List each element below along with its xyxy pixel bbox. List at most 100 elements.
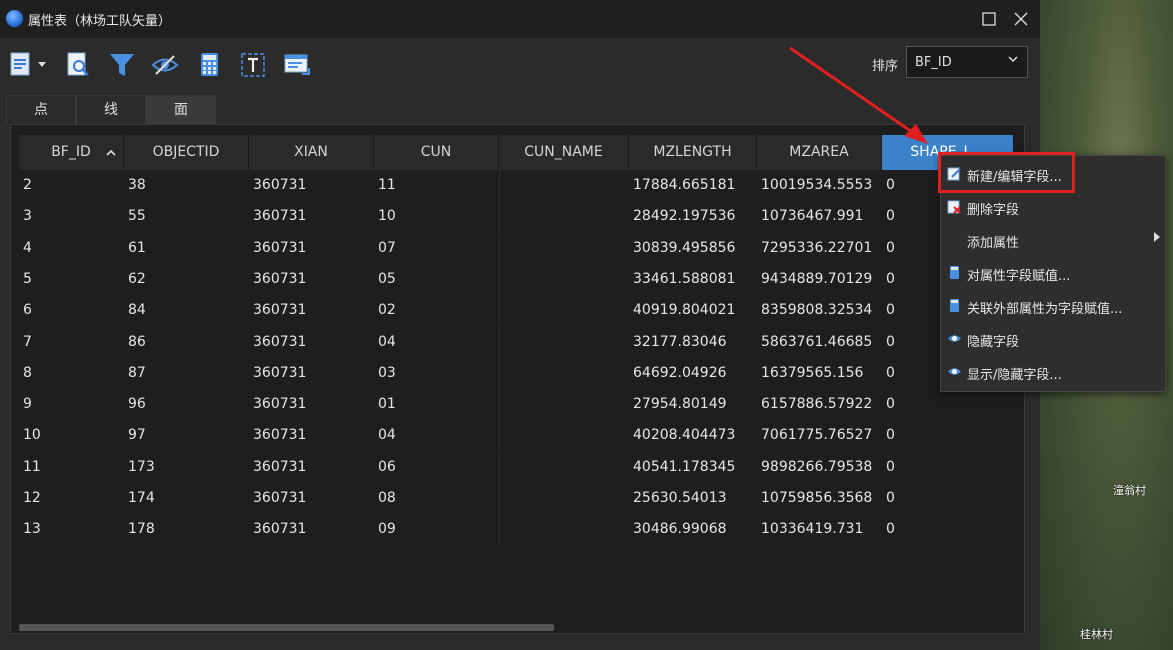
table-cell[interactable]: 55 xyxy=(124,201,249,232)
table-cell[interactable]: 10 xyxy=(374,201,499,232)
table-cell[interactable] xyxy=(499,263,629,295)
tab-polygon[interactable]: 面 xyxy=(146,95,216,125)
table-view-button[interactable] xyxy=(282,50,312,80)
calculator-button[interactable] xyxy=(195,50,225,80)
table-cell[interactable]: 173 xyxy=(124,452,249,483)
query-button[interactable] xyxy=(64,50,94,80)
table-cell[interactable]: 4 xyxy=(19,233,124,264)
table-cell[interactable]: 3 xyxy=(19,201,124,232)
table-cell[interactable]: 10019534.5553 xyxy=(757,170,882,201)
table-cell[interactable]: 38 xyxy=(124,170,249,201)
export-dropdown-button[interactable] xyxy=(8,50,46,80)
menu-item-delete-field[interactable]: 删除字段 xyxy=(941,191,1165,224)
menu-item-assign-field-value[interactable]: 对属性字段赋值... xyxy=(941,257,1165,290)
table-cell[interactable]: 360731 xyxy=(249,420,374,451)
table-cell[interactable]: 05 xyxy=(374,264,499,295)
column-header[interactable]: BF_ID xyxy=(19,135,124,170)
table-cell[interactable]: 360731 xyxy=(249,327,374,358)
table-cell[interactable]: 40541.178345 xyxy=(629,452,757,483)
table-cell[interactable]: 27954.80149 xyxy=(629,389,757,420)
table-cell[interactable]: 7 xyxy=(19,327,124,358)
table-cell[interactable]: 11 xyxy=(374,170,499,201)
table-cell[interactable]: 06 xyxy=(374,452,499,483)
table-cell[interactable]: 28492.197536 xyxy=(629,201,757,232)
hide-field-button[interactable] xyxy=(150,50,180,80)
table-cell[interactable]: 86 xyxy=(124,327,249,358)
text-field-button[interactable] xyxy=(238,50,268,80)
table-cell[interactable]: 03 xyxy=(374,358,499,389)
table-cell[interactable]: 9 xyxy=(19,389,124,420)
table-cell[interactable]: 10759856.3568 xyxy=(757,483,882,514)
table-cell[interactable]: 7295336.22701 xyxy=(757,233,882,264)
table-cell[interactable]: 32177.83046 xyxy=(629,327,757,358)
table-cell[interactable]: 17884.665181 xyxy=(629,170,757,201)
table-cell[interactable]: 97 xyxy=(124,420,249,451)
column-header[interactable]: CUN_NAME xyxy=(499,135,629,170)
table-cell[interactable]: 40919.804021 xyxy=(629,295,757,326)
tab-line[interactable]: 线 xyxy=(76,95,146,125)
table-cell[interactable]: 0 xyxy=(882,420,1014,451)
table-cell[interactable]: 40208.404473 xyxy=(629,420,757,451)
table-cell[interactable] xyxy=(499,389,629,421)
table-cell[interactable]: 360731 xyxy=(249,514,374,545)
table-cell[interactable]: 10 xyxy=(19,420,124,451)
table-cell[interactable]: 08 xyxy=(374,483,499,514)
column-header[interactable]: CUN xyxy=(374,135,499,170)
table-cell[interactable]: 360731 xyxy=(249,358,374,389)
table-cell[interactable]: 7061775.76527 xyxy=(757,420,882,451)
table-cell[interactable]: 360731 xyxy=(249,170,374,201)
table-cell[interactable]: 07 xyxy=(374,233,499,264)
table-cell[interactable]: 9898266.79538 xyxy=(757,452,882,483)
table-cell[interactable] xyxy=(499,514,629,546)
table-cell[interactable]: 0 xyxy=(882,389,1014,420)
table-cell[interactable]: 02 xyxy=(374,295,499,326)
table-cell[interactable] xyxy=(499,420,629,452)
table-cell[interactable]: 09 xyxy=(374,514,499,545)
table-cell[interactable]: 9434889.70129 xyxy=(757,264,882,295)
table-cell[interactable]: 0 xyxy=(882,452,1014,483)
table-cell[interactable] xyxy=(499,201,629,233)
table-cell[interactable] xyxy=(499,232,629,264)
tab-point[interactable]: 点 xyxy=(6,95,76,125)
table-cell[interactable]: 6157886.57922 xyxy=(757,389,882,420)
menu-item-hide-field[interactable]: 隐藏字段 xyxy=(941,323,1165,356)
table-cell[interactable]: 360731 xyxy=(249,483,374,514)
table-cell[interactable]: 25630.54013 xyxy=(629,483,757,514)
table-cell[interactable] xyxy=(499,326,629,358)
menu-item-show-hide-fields[interactable]: 显示/隐藏字段... xyxy=(941,356,1165,389)
table-cell[interactable]: 16379565.156 xyxy=(757,358,882,389)
maximize-button[interactable] xyxy=(976,6,1002,32)
table-cell[interactable] xyxy=(499,295,629,327)
table-cell[interactable]: 64692.04926 xyxy=(629,358,757,389)
table-cell[interactable]: 11 xyxy=(19,452,124,483)
table-cell[interactable]: 10336419.731 xyxy=(757,514,882,545)
table-cell[interactable]: 5863761.46685 xyxy=(757,327,882,358)
table-cell[interactable]: 04 xyxy=(374,420,499,451)
table-cell[interactable]: 360731 xyxy=(249,295,374,326)
close-button[interactable] xyxy=(1008,6,1034,32)
table-cell[interactable]: 5 xyxy=(19,264,124,295)
table-cell[interactable]: 0 xyxy=(882,483,1014,514)
table-cell[interactable]: 8359808.32534 xyxy=(757,295,882,326)
table-cell[interactable]: 8 xyxy=(19,358,124,389)
table-cell[interactable]: 360731 xyxy=(249,201,374,232)
table-cell[interactable]: 360731 xyxy=(249,389,374,420)
table-cell[interactable]: 6 xyxy=(19,295,124,326)
menu-item-join-external-attribute[interactable]: 关联外部属性为字段赋值... xyxy=(941,290,1165,323)
menu-item-add-attribute[interactable]: 添加属性 xyxy=(941,224,1165,257)
table-cell[interactable]: 30486.99068 xyxy=(629,514,757,545)
table-cell[interactable]: 2 xyxy=(19,170,124,201)
table-cell[interactable]: 174 xyxy=(124,483,249,514)
filter-button[interactable] xyxy=(107,50,137,80)
table-cell[interactable]: 87 xyxy=(124,358,249,389)
table-cell[interactable] xyxy=(499,357,629,389)
table-cell[interactable]: 33461.588081 xyxy=(629,264,757,295)
table-cell[interactable]: 13 xyxy=(19,514,124,545)
table-cell[interactable]: 360731 xyxy=(249,264,374,295)
table-cell[interactable]: 61 xyxy=(124,233,249,264)
table-cell[interactable]: 62 xyxy=(124,264,249,295)
table-cell[interactable] xyxy=(499,170,629,201)
table-cell[interactable]: 12 xyxy=(19,483,124,514)
table-cell[interactable]: 30839.495856 xyxy=(629,233,757,264)
table-cell[interactable]: 360731 xyxy=(249,452,374,483)
